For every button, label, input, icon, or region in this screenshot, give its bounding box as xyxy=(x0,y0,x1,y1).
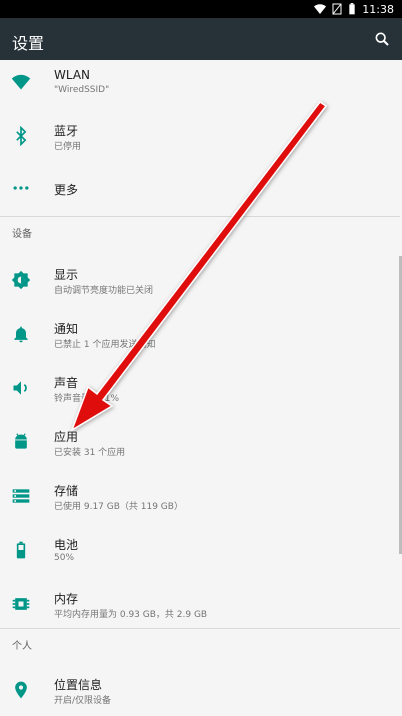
settings-item-label: 电池 xyxy=(54,538,79,552)
settings-item-summary: 平均内存用量为 0.93 GB，共 2.9 GB xyxy=(54,610,208,620)
location-icon xyxy=(15,681,27,699)
settings-item-label: 内存 xyxy=(54,592,79,606)
settings-item-bluetooth[interactable]: 蓝牙 已停用 xyxy=(0,114,400,168)
settings-item-label: 应用 xyxy=(54,430,79,444)
settings-item-location[interactable]: 位置信息 开启/仅限设备 xyxy=(0,668,400,716)
battery-status-icon xyxy=(349,3,355,15)
divider xyxy=(0,628,400,629)
settings-item-summary: "WiredSSID" xyxy=(54,85,110,95)
settings-item-label: 蓝牙 xyxy=(54,124,79,138)
settings-item-label: 更多 xyxy=(54,183,79,197)
bluetooth-icon xyxy=(16,126,27,146)
settings-item-sound[interactable]: 声音 铃声音量：71% xyxy=(0,366,400,420)
bell-icon xyxy=(14,326,28,343)
settings-item-battery[interactable]: 电池 50% xyxy=(0,528,400,582)
section-header-personal: 个人 xyxy=(12,641,32,652)
settings-item-label: 声音 xyxy=(54,376,79,390)
settings-item-label: 位置信息 xyxy=(54,678,103,692)
memory-icon xyxy=(12,598,30,610)
settings-list: WLAN "WiredSSID" 蓝牙 已停用 更多 设备 显示 自动调节亮度功… xyxy=(0,60,402,716)
settings-item-label: 通知 xyxy=(54,322,79,336)
settings-item-label: 存储 xyxy=(54,484,79,498)
settings-item-storage[interactable]: 存储 已使用 9.17 GB（共 119 GB） xyxy=(0,474,400,528)
storage-icon xyxy=(12,489,30,503)
settings-item-summary: 铃声音量：71% xyxy=(54,394,120,404)
wifi-status-icon xyxy=(314,4,327,14)
more-horiz-icon xyxy=(13,186,29,190)
battery-icon xyxy=(16,541,26,559)
volume-icon xyxy=(13,381,27,395)
divider xyxy=(0,216,400,217)
status-time: 11:38 xyxy=(362,2,394,16)
status-bar: 11:38 xyxy=(0,0,402,18)
settings-item-label: WLAN xyxy=(54,68,91,82)
settings-item-summary: 已禁止 1 个应用发送通知 xyxy=(54,340,156,350)
settings-item-summary: 50% xyxy=(54,553,75,563)
settings-item-summary: 已安装 31 个应用 xyxy=(54,448,126,458)
settings-item-more[interactable]: 更多 xyxy=(0,168,400,222)
status-icons: 11:38 xyxy=(314,1,394,17)
brightness-icon xyxy=(11,270,31,290)
page-title: 设置 xyxy=(12,34,45,53)
settings-item-notifications[interactable]: 通知 已禁止 1 个应用发送通知 xyxy=(0,312,400,366)
settings-item-apps[interactable]: 应用 已安装 31 个应用 xyxy=(0,420,400,474)
settings-item-summary: 已停用 xyxy=(54,142,82,152)
settings-item-summary: 已使用 9.17 GB（共 119 GB） xyxy=(54,502,183,512)
settings-item-summary: 自动调节亮度功能已关闭 xyxy=(54,286,154,296)
settings-item-display[interactable]: 显示 自动调节亮度功能已关闭 xyxy=(0,258,400,312)
signal-muted-icon xyxy=(332,3,342,15)
wifi-icon xyxy=(11,74,31,90)
settings-item-summary: 开启/仅限设备 xyxy=(54,696,112,706)
app-bar: 设置 xyxy=(0,18,402,60)
android-icon xyxy=(15,433,27,449)
section-header-device: 设备 xyxy=(12,229,32,240)
search-icon[interactable] xyxy=(374,31,390,47)
settings-item-wlan[interactable]: WLAN "WiredSSID" xyxy=(0,60,400,114)
settings-item-label: 显示 xyxy=(54,268,79,282)
